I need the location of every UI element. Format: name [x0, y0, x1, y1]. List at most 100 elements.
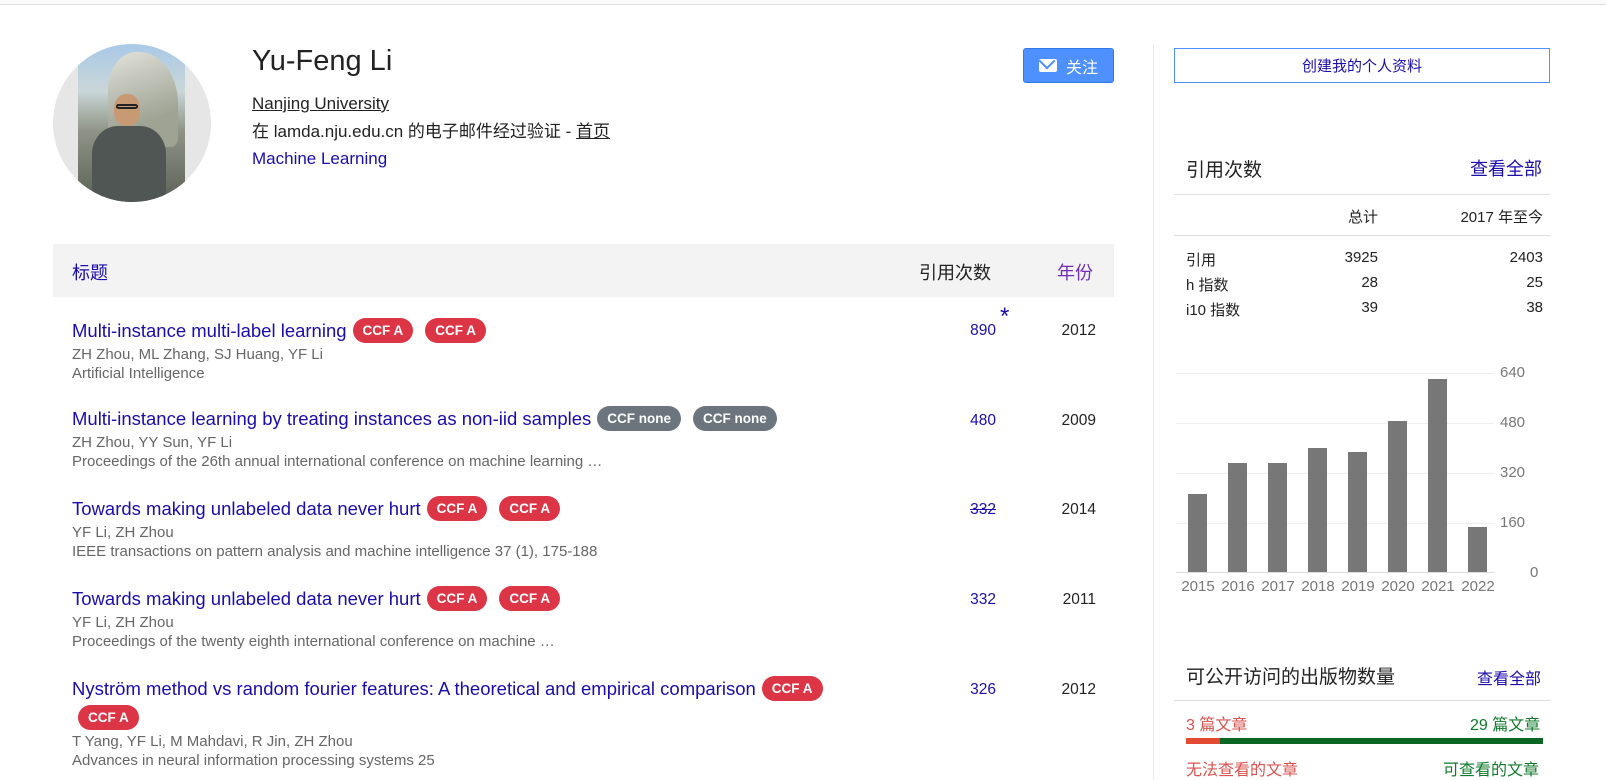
create-profile-button[interactable]: 创建我的个人资料	[1174, 48, 1550, 83]
unavailable-bar	[1186, 738, 1220, 744]
col-since-header: 2017 年至今	[1460, 209, 1543, 226]
paper-year: 2012	[1061, 681, 1096, 698]
merged-citations-star[interactable]: *	[1000, 303, 1009, 331]
paper-title[interactable]: Towards making unlabeled data never hurt	[72, 498, 421, 519]
homepage-link[interactable]: 首页	[576, 122, 610, 141]
ccf-badge: CCF none	[597, 406, 682, 431]
citation-count[interactable]: 332	[936, 501, 996, 519]
paper-venue: IEEE transactions on pattern analysis an…	[72, 543, 598, 560]
bar-2015[interactable]	[1188, 494, 1207, 572]
open-access-view-all[interactable]: 查看全部	[1477, 665, 1541, 689]
stat-since: 2403	[1509, 249, 1543, 266]
x-tick-label: 2019	[1341, 578, 1375, 595]
stat-all: 3925	[1344, 249, 1378, 266]
stat-since: 38	[1526, 299, 1543, 316]
divider	[1174, 235, 1550, 236]
stat-all: 39	[1361, 299, 1378, 316]
y-tick-label: 160	[1500, 514, 1526, 531]
divider	[1174, 700, 1550, 701]
ccf-badge: CCF A	[426, 586, 488, 611]
profile-photo	[78, 44, 185, 202]
sort-by-title[interactable]: 标题	[72, 259, 108, 285]
bar-2019[interactable]	[1348, 452, 1367, 572]
affiliation-link[interactable]: Nanjing University	[252, 94, 389, 114]
follow-label: 关注	[1065, 59, 1098, 77]
profile-avatar	[53, 44, 211, 202]
stat-label: 引用	[1186, 252, 1217, 269]
ccf-badge: CCF A	[761, 676, 823, 701]
paper-venue: Artificial Intelligence	[72, 365, 205, 382]
x-tick-label: 2016	[1221, 578, 1255, 595]
paper-title[interactable]: Multi-instance learning by treating inst…	[72, 408, 591, 429]
paper-authors: T Yang, YF Li, M Mahdavi, R Jin, ZH Zhou	[72, 733, 353, 750]
research-interest-link[interactable]: Machine Learning	[252, 149, 387, 169]
paper-year: 2014	[1061, 501, 1096, 518]
stat-label: i10 指数	[1186, 302, 1241, 319]
badge-wrap-line: CCF A	[72, 705, 1112, 730]
ccf-badge: CCF none	[693, 406, 777, 431]
paper-venue: Proceedings of the 26th annual internati…	[72, 453, 603, 470]
ccf-badge: CCF A	[426, 496, 488, 521]
paper-title[interactable]: Nyström method vs random fourier feature…	[72, 678, 756, 699]
stat-all: 28	[1361, 274, 1378, 291]
cited-by-view-all[interactable]: 查看全部	[1470, 155, 1542, 181]
stat-since: 25	[1526, 274, 1543, 291]
y-tick-label: 0	[1530, 564, 1539, 581]
panel-divider	[1153, 44, 1154, 780]
bar-2016[interactable]	[1228, 463, 1247, 572]
top-border	[0, 0, 1606, 5]
available-count: 29 篇文章	[1470, 717, 1541, 734]
citation-count[interactable]: 332	[936, 591, 996, 609]
open-access-title: 可公开访问的出版物数量	[1186, 667, 1396, 688]
profile-name: Yu-Feng Li	[252, 45, 393, 77]
paper-venue: Advances in neural information processin…	[72, 752, 435, 769]
bar-2018[interactable]	[1308, 447, 1327, 572]
citation-count[interactable]: 480	[936, 412, 996, 430]
paper-authors: ZH Zhou, YY Sun, YF Li	[72, 434, 233, 451]
bar-2021[interactable]	[1428, 379, 1447, 572]
verified-email-text: 在 lamda.nju.edu.cn 的电子邮件经过验证 -	[252, 122, 577, 141]
ccf-badge: CCF A	[78, 705, 139, 730]
paper-title[interactable]: Towards making unlabeled data never hurt	[72, 588, 421, 609]
x-tick-label: 2015	[1181, 578, 1215, 595]
ccf-badge: CCF A	[425, 318, 487, 343]
paper-year: 2009	[1061, 412, 1096, 429]
available-bar	[1220, 738, 1543, 744]
bar-2022[interactable]	[1468, 526, 1487, 572]
sort-by-year[interactable]: 年份	[1057, 259, 1093, 285]
x-tick-label: 2021	[1421, 578, 1455, 595]
stat-label: h 指数	[1186, 277, 1229, 294]
y-tick-label: 640	[1500, 364, 1526, 381]
paper-year: 2012	[1061, 322, 1096, 339]
y-tick-label: 320	[1500, 464, 1526, 481]
y-tick-label: 480	[1500, 414, 1526, 431]
paper-title[interactable]: Multi-instance multi-label learning	[72, 320, 347, 341]
table-header: 标题 引用次数 年份	[53, 244, 1114, 297]
paper-year: 2011	[1062, 591, 1096, 608]
ccf-badge: CCF A	[352, 318, 414, 343]
x-tick-label: 2018	[1301, 578, 1335, 595]
col-all-header: 总计	[1347, 209, 1378, 226]
unavailable-label: 无法查看的文章	[1186, 762, 1299, 779]
citation-count[interactable]: 326	[936, 681, 996, 699]
paper-authors: YF Li, ZH Zhou	[72, 614, 174, 631]
x-tick-label: 2017	[1261, 578, 1295, 595]
cited-by-title: 引用次数	[1186, 160, 1263, 181]
citation-count[interactable]: 890	[936, 322, 996, 340]
x-tick-label: 2022	[1461, 578, 1495, 595]
gridline	[1176, 373, 1494, 374]
ccf-badge: CCF A	[499, 496, 561, 521]
paper-venue: Proceedings of the twenty eighth interna…	[72, 633, 555, 650]
bar-2020[interactable]	[1388, 421, 1407, 572]
citations-column-header: 引用次数	[919, 263, 991, 283]
follow-button[interactable]: 关注	[1023, 48, 1114, 83]
ccf-badge: CCF A	[499, 586, 561, 611]
available-label: 可查看的文章	[1443, 762, 1540, 779]
mail-icon	[1038, 59, 1057, 72]
bar-2017[interactable]	[1268, 463, 1287, 572]
verified-email-line: 在 lamda.nju.edu.cn 的电子邮件经过验证 - 首页	[252, 117, 610, 142]
divider	[1174, 194, 1550, 195]
unavailable-count: 3 篇文章	[1186, 717, 1248, 734]
paper-authors: YF Li, ZH Zhou	[72, 524, 174, 541]
x-tick-label: 2020	[1381, 578, 1415, 595]
